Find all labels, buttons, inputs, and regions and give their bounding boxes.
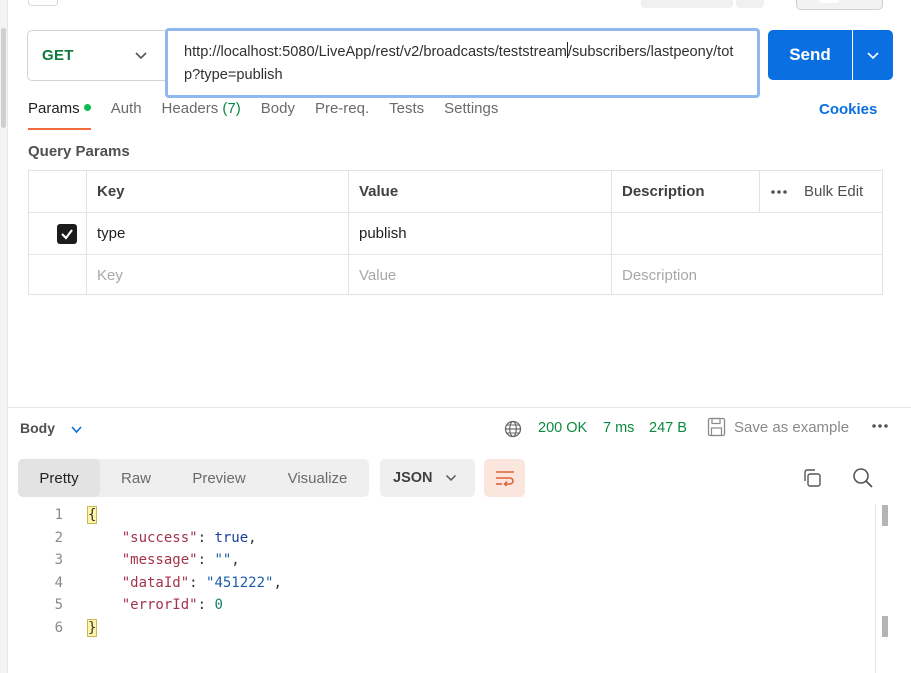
json-close-brace: } <box>86 619 98 637</box>
code-line: { <box>86 506 98 524</box>
save-as-example-button[interactable]: Save as example <box>734 419 849 436</box>
cookies-link[interactable]: Cookies <box>819 101 877 118</box>
chevron-down-icon <box>135 52 147 60</box>
chevron-down-icon <box>445 474 457 482</box>
tab-tests[interactable]: Tests <box>389 100 424 130</box>
more-icon[interactable] <box>871 423 889 429</box>
wrap-lines-button[interactable] <box>484 459 525 497</box>
params-active-dot <box>83 104 91 111</box>
top-control[interactable] <box>28 0 58 6</box>
format-select[interactable]: JSON <box>380 459 475 497</box>
request-tabs: Params Auth Headers (7) Body Pre-req. Te… <box>28 100 518 130</box>
line-number: 4 <box>54 575 63 591</box>
send-button[interactable]: Send <box>768 30 852 80</box>
view-tab-pretty[interactable]: Pretty <box>18 459 100 497</box>
bulk-edit-button[interactable]: Bulk Edit <box>804 183 863 200</box>
table-header-row: Key Value Description Bulk Edit <box>29 171 882 213</box>
line-number: 5 <box>54 597 63 613</box>
url-text-part1: http://localhost:5080/LiveApp/rest/v2/br… <box>184 44 567 60</box>
column-header-value: Value <box>359 183 399 200</box>
send-options-button[interactable] <box>853 30 893 80</box>
headers-count: (7) <box>222 100 241 117</box>
top-toolbar-button[interactable] <box>641 0 733 8</box>
view-tab-preview[interactable]: Preview <box>172 459 266 497</box>
format-label: JSON <box>393 470 433 486</box>
code-line: "dataId": "451222", <box>121 575 282 591</box>
editor-right-border <box>875 504 876 673</box>
url-input[interactable]: http://localhost:5080/LiveApp/rest/v2/br… <box>165 28 760 98</box>
top-toggle[interactable] <box>796 0 883 10</box>
checkmark-icon <box>61 228 73 240</box>
table-row-new: Key Value Description <box>29 255 882 295</box>
view-tab-raw[interactable]: Raw <box>100 459 172 497</box>
pane-divider[interactable] <box>8 407 911 408</box>
column-header-key: Key <box>97 183 125 200</box>
status-code[interactable]: 200 OK <box>538 420 587 436</box>
new-description-input[interactable]: Description <box>611 255 883 295</box>
chevron-down-icon[interactable] <box>70 424 83 436</box>
new-value-input[interactable]: Value <box>348 255 611 295</box>
tab-body[interactable]: Body <box>261 100 295 130</box>
copy-icon[interactable] <box>802 468 822 488</box>
left-scrollbar[interactable] <box>1 28 6 128</box>
line-number: 1 <box>54 507 63 523</box>
scrollbar-marker[interactable] <box>882 616 888 637</box>
response-body-label[interactable]: Body <box>20 420 55 436</box>
response-view-tabs: Pretty Raw Preview Visualize <box>18 459 369 497</box>
column-header-description: Description <box>622 183 705 200</box>
search-icon[interactable] <box>852 467 874 489</box>
response-size[interactable]: 247 B <box>649 420 687 436</box>
code-line: } <box>86 619 98 637</box>
response-code-editor[interactable]: 1 2 3 4 5 6 { "success": true, "message"… <box>8 504 876 673</box>
code-line: "message": "", <box>121 552 240 568</box>
line-number: 6 <box>54 620 63 636</box>
view-tab-visualize[interactable]: Visualize <box>266 459 369 497</box>
query-params-table: Key Value Description Bulk Edit type pub… <box>28 170 883 295</box>
new-key-input[interactable]: Key <box>86 255 348 295</box>
query-params-title: Query Params <box>28 143 130 160</box>
method-label: GET <box>42 47 74 64</box>
wrap-lines-icon <box>495 471 514 486</box>
tab-settings[interactable]: Settings <box>444 100 498 130</box>
top-toolbar-dropdown[interactable] <box>736 0 764 8</box>
response-time[interactable]: 7 ms <box>603 420 634 436</box>
table-row: type publish <box>29 213 882 255</box>
tab-params[interactable]: Params <box>28 100 91 130</box>
tab-headers[interactable]: Headers (7) <box>162 100 241 130</box>
save-icon[interactable] <box>707 417 726 437</box>
param-checkbox[interactable] <box>57 223 77 244</box>
chevron-down-icon <box>867 52 879 60</box>
param-value-cell[interactable]: publish <box>348 213 611 254</box>
tab-prerequest[interactable]: Pre-req. <box>315 100 369 130</box>
code-line: "success": true, <box>121 530 257 546</box>
more-icon[interactable] <box>770 189 788 195</box>
method-select[interactable]: GET <box>27 30 167 81</box>
param-description-cell[interactable] <box>611 213 883 254</box>
globe-icon[interactable] <box>504 420 522 438</box>
line-number: 3 <box>54 552 63 568</box>
line-number: 2 <box>54 530 63 546</box>
param-key-cell[interactable]: type <box>86 213 348 254</box>
code-line: "errorId": 0 <box>121 597 223 613</box>
tab-auth[interactable]: Auth <box>111 100 142 130</box>
scrollbar-marker[interactable] <box>882 505 888 526</box>
json-open-brace: { <box>86 506 98 524</box>
